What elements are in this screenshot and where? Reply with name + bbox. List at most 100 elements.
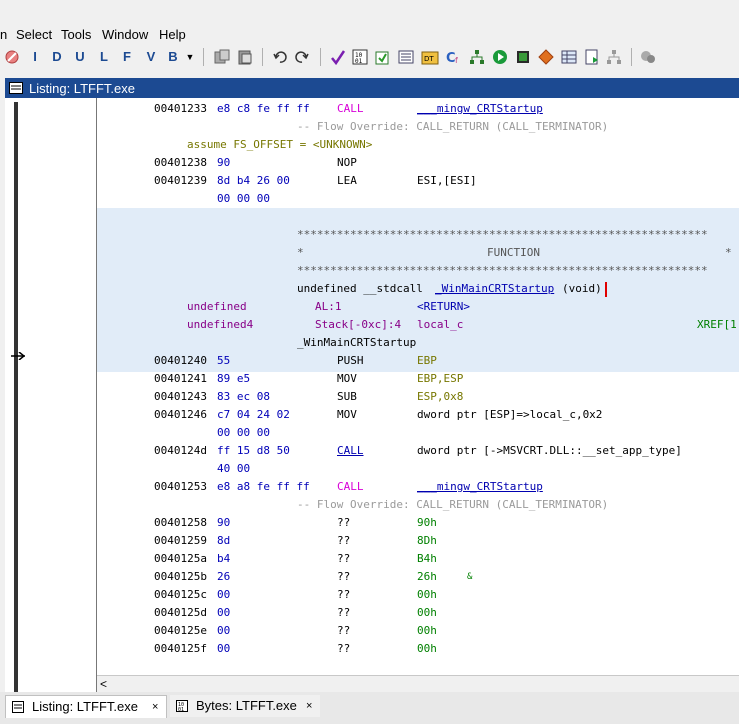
data-d-button[interactable]: D: [50, 49, 64, 65]
menu-item-tools[interactable]: Tools: [61, 27, 91, 42]
mnemonic[interactable]: ??: [337, 516, 350, 530]
close-tab-icon[interactable]: ×: [306, 695, 312, 717]
mnemonic[interactable]: MOV: [337, 372, 357, 386]
tree-graph-icon[interactable]: [469, 49, 485, 65]
operand-function-link[interactable]: ___mingw_CRTStartup: [417, 480, 543, 494]
mnemonic[interactable]: LEA: [337, 174, 357, 188]
address[interactable]: 00401240: [154, 354, 207, 368]
variable-v-button[interactable]: V: [144, 49, 158, 65]
address[interactable]: 00401233: [154, 102, 207, 116]
menu-item-window[interactable]: Window: [102, 27, 148, 42]
table-icon[interactable]: [561, 49, 577, 65]
address[interactable]: 00401246: [154, 408, 207, 422]
mnemonic[interactable]: CALL: [337, 102, 364, 116]
tab-bytes[interactable]: 10 01 Bytes: LTFFT.exe ×: [170, 695, 320, 717]
operand[interactable]: ESP,0x8: [417, 390, 463, 404]
param-name[interactable]: <RETURN>: [417, 300, 470, 314]
listing-view-icon[interactable]: [398, 49, 414, 65]
address[interactable]: 00401238: [154, 156, 207, 170]
operand[interactable]: dword ptr [->MSVCRT.DLL::__set_app_type]: [417, 444, 682, 458]
label-l-button[interactable]: L: [97, 49, 111, 65]
script-icon[interactable]: [584, 49, 600, 65]
paste-icon[interactable]: [236, 49, 254, 65]
text-caret: [605, 282, 607, 297]
mnemonic[interactable]: SUB: [337, 390, 357, 404]
mnemonic[interactable]: PUSH: [337, 354, 364, 368]
disassemble-i-button[interactable]: I: [28, 49, 42, 65]
svg-text:01: 01: [178, 707, 184, 712]
binary-icon[interactable]: 10 01: [352, 49, 368, 65]
undo-icon[interactable]: [272, 49, 288, 65]
operand[interactable]: 00h: [417, 624, 437, 638]
function-label-name[interactable]: _WinMainCRTStartup: [297, 336, 416, 350]
operand[interactable]: 8Dh: [417, 534, 437, 548]
signature-name[interactable]: _WinMainCRTStartup: [435, 282, 554, 296]
mnemonic[interactable]: CALL: [337, 444, 364, 458]
operand[interactable]: 90h: [417, 516, 437, 530]
operand[interactable]: EBP,ESP: [417, 372, 463, 386]
address[interactable]: 0040125a: [154, 552, 207, 566]
mnemonic[interactable]: ??: [337, 624, 350, 638]
horizontal-scrollbar[interactable]: <: [97, 675, 739, 693]
operand[interactable]: ESI,[ESI]: [417, 174, 477, 188]
address[interactable]: 00401243: [154, 390, 207, 404]
mnemonic[interactable]: ??: [337, 642, 350, 656]
listing-margin[interactable]: [5, 98, 96, 692]
diamond-icon[interactable]: [538, 49, 554, 65]
address[interactable]: 00401241: [154, 372, 207, 386]
run-icon[interactable]: [492, 49, 508, 65]
undefine-u-button[interactable]: U: [73, 49, 87, 65]
address[interactable]: 0040125e: [154, 624, 207, 638]
address[interactable]: 0040125c: [154, 588, 207, 602]
mnemonic[interactable]: ??: [337, 606, 350, 620]
bytes: 00: [217, 588, 231, 601]
memory-chip-icon[interactable]: [515, 49, 531, 65]
clear-flow-icon[interactable]: [4, 49, 20, 65]
mnemonic[interactable]: ??: [337, 552, 350, 566]
operand[interactable]: dword ptr [ESP]=>local_c,0x2: [417, 408, 602, 422]
operand[interactable]: 26h: [417, 570, 437, 584]
export-icon[interactable]: [374, 49, 390, 65]
operand-function-link[interactable]: ___mingw_CRTStartup: [417, 102, 543, 116]
operand[interactable]: EBP: [417, 354, 437, 368]
menu-item-partial[interactable]: n: [0, 27, 7, 42]
mnemonic[interactable]: MOV: [337, 408, 357, 422]
dropdown-arrow-icon[interactable]: ▼: [185, 49, 195, 65]
network-icon[interactable]: [606, 49, 622, 65]
operand[interactable]: 00h: [417, 606, 437, 620]
address[interactable]: 00401239: [154, 174, 207, 188]
operand[interactable]: 00h: [417, 588, 437, 602]
address[interactable]: 0040125b: [154, 570, 207, 584]
function-graph-icon[interactable]: Cf: [445, 49, 463, 66]
redo-icon[interactable]: [294, 49, 310, 65]
close-tab-icon[interactable]: ×: [152, 696, 158, 718]
address[interactable]: 0040125f: [154, 642, 207, 656]
tab-listing[interactable]: Listing: LTFFT.exe ×: [5, 695, 167, 718]
menu-item-select[interactable]: Select: [16, 27, 52, 42]
mnemonic[interactable]: ??: [337, 570, 350, 584]
address[interactable]: 00401259: [154, 534, 207, 548]
address[interactable]: 00401253: [154, 480, 207, 494]
operand[interactable]: 00h: [417, 642, 437, 656]
xref[interactable]: XREF[1: [697, 318, 737, 332]
address[interactable]: 0040124d: [154, 444, 207, 458]
data-type-icon[interactable]: DT: [421, 49, 439, 65]
bookmark-b-button[interactable]: B: [166, 49, 180, 65]
address[interactable]: 0040125d: [154, 606, 207, 620]
mnemonic[interactable]: CALL: [337, 480, 364, 494]
help-icon[interactable]: [640, 49, 656, 65]
operand[interactable]: B4h: [417, 552, 437, 566]
mnemonic[interactable]: ??: [337, 588, 350, 602]
mnemonic[interactable]: ??: [337, 534, 350, 548]
scroll-left-icon[interactable]: <: [100, 677, 107, 691]
param-name[interactable]: local_c: [417, 318, 463, 332]
toolbar-separator: [262, 48, 263, 66]
menu-item-help[interactable]: Help: [159, 27, 186, 42]
address[interactable]: 00401258: [154, 516, 207, 530]
listing-content[interactable]: 00401233 e8 c8 fe ff ff CALL ___mingw_CR…: [97, 98, 739, 675]
checkmark-icon[interactable]: [330, 49, 346, 66]
function-f-button[interactable]: F: [120, 49, 134, 65]
cut-icon[interactable]: [213, 49, 231, 65]
mnemonic[interactable]: NOP: [337, 156, 357, 170]
toolbar: I D U L F V B ▼ 10 01 DT Cf: [0, 44, 739, 70]
